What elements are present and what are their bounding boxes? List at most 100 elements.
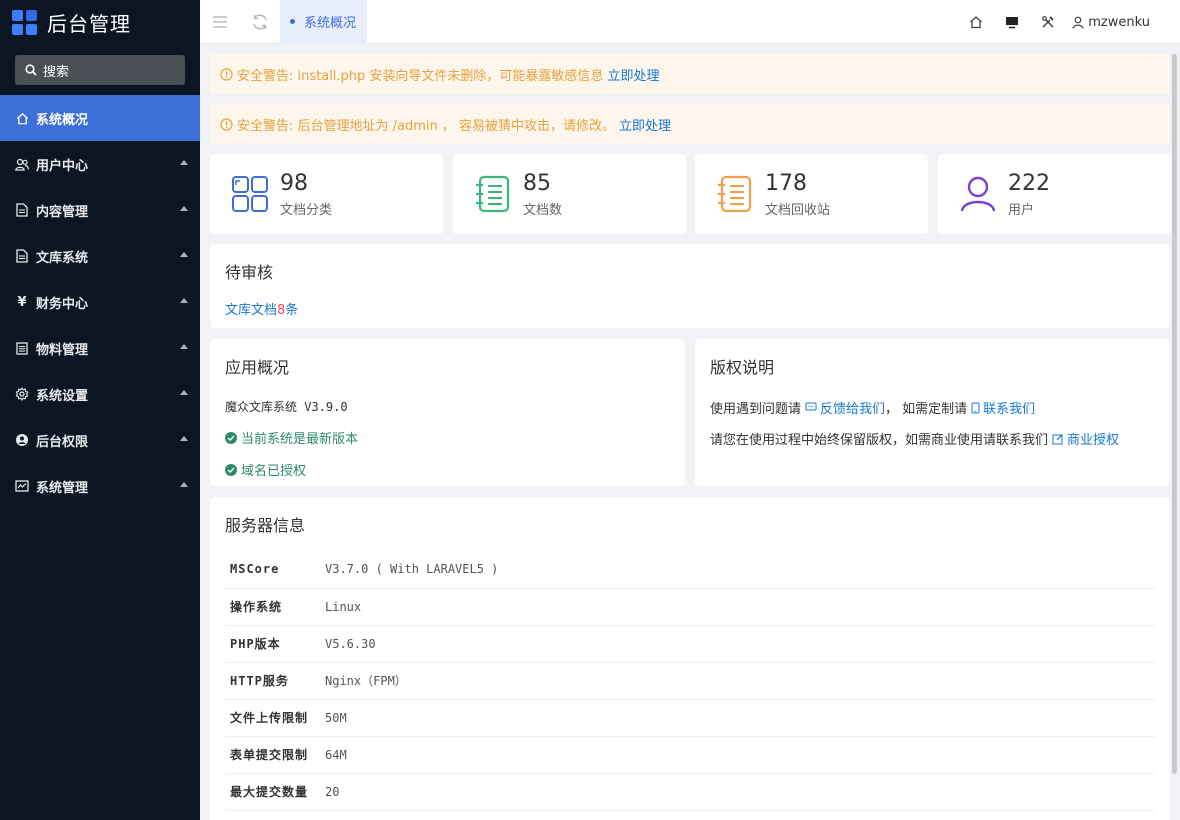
server-value: 50M xyxy=(325,699,1155,737)
sidebar-item-finance[interactable]: ¥ 财务中心 xyxy=(0,279,200,325)
security-alert-install: 安全警告: install.php 安装向导文件未删除，可能暴露敏感信息 立即处… xyxy=(210,54,1170,94)
main-content: 安全警告: install.php 安装向导文件未删除，可能暴露敏感信息 立即处… xyxy=(200,44,1180,820)
status-domain: 域名已授权 xyxy=(225,460,670,479)
scrollbar[interactable] xyxy=(1172,54,1177,774)
refresh-button[interactable] xyxy=(240,0,280,44)
stat-card-documents[interactable]: 85 文档数 xyxy=(453,154,686,234)
copyright-text: 使用遇到问题请 xyxy=(710,402,802,417)
caret-up-icon xyxy=(180,482,188,487)
tools-icon xyxy=(1042,16,1054,28)
sidebar-item-label: 系统设置 xyxy=(36,388,89,404)
chart-icon xyxy=(15,479,29,493)
card-title: 版权说明 xyxy=(710,358,775,377)
stat-value: 178 xyxy=(765,170,807,196)
status-latest-text: 当前系统是最新版本 xyxy=(241,432,359,447)
server-key: 分配内存限制 xyxy=(225,810,325,820)
home-icon xyxy=(15,111,29,125)
card-title: 服务器信息 xyxy=(225,516,306,535)
app-version: 魔众文库系统 V3.9.0 xyxy=(225,400,348,414)
alert-text: 安全警告: 后台管理地址为 /admin ， 容易被猜中攻击，请修改。 xyxy=(237,118,616,134)
stat-card-users[interactable]: 222 用户 xyxy=(938,154,1171,234)
stat-label: 文档数 xyxy=(523,202,563,218)
user-menu[interactable]: mzwenku xyxy=(1066,15,1180,30)
menu-toggle-button[interactable] xyxy=(200,0,240,44)
handle-now-link[interactable]: 立即处理 xyxy=(619,115,671,134)
server-info-card: 服务器信息 MSCore V3.7.0 ( With LARAVEL5 ) 操作系统… xyxy=(210,497,1170,820)
sidebar-item-label: 系统概况 xyxy=(36,112,89,128)
server-key: 表单提交限制 xyxy=(225,736,325,774)
contact-link[interactable]: 联系我们 xyxy=(967,398,1035,417)
desktop-button[interactable] xyxy=(994,0,1030,44)
handle-now-link[interactable]: 立即处理 xyxy=(607,65,659,84)
warning-icon xyxy=(220,117,233,131)
stat-label: 文档回收站 xyxy=(765,202,831,218)
list-icon xyxy=(15,341,29,355)
contact-label: 联系我们 xyxy=(983,402,1036,417)
table-row: 操作系统 Linux xyxy=(225,588,1155,626)
server-value: 64M xyxy=(325,736,1155,774)
grid-icon xyxy=(230,174,270,214)
sidebar-item-label: 后台权限 xyxy=(36,434,89,450)
license-link[interactable]: 商业授权 xyxy=(1048,429,1119,448)
card-title: 应用概况 xyxy=(225,358,290,377)
logo-icon xyxy=(12,9,37,35)
sidebar-item-library[interactable]: 文库系统 xyxy=(0,233,200,279)
search-icon xyxy=(25,64,37,76)
sidebar-item-settings[interactable]: 系统设置 xyxy=(0,371,200,417)
table-row: 表单提交限制 64M xyxy=(225,736,1155,774)
stat-value: 98 xyxy=(280,170,308,196)
stat-label: 用户 xyxy=(1008,202,1035,218)
server-key: HTTP服务 xyxy=(225,662,325,700)
warning-icon xyxy=(220,67,233,81)
table-row: PHP版本 V5.6.30 xyxy=(225,625,1155,663)
user-icon xyxy=(958,174,998,214)
stat-card-categories[interactable]: 98 文档分类 xyxy=(210,154,443,234)
gear-icon xyxy=(15,387,29,401)
stat-value: 85 xyxy=(523,170,551,196)
top-bar: 系统概况 mzwenku xyxy=(200,0,1180,44)
user-circle-icon xyxy=(15,433,29,447)
status-latest: 当前系统是最新版本 xyxy=(225,428,670,447)
user-icon xyxy=(1072,16,1084,29)
sidebar-item-materials[interactable]: 物料管理 xyxy=(0,325,200,371)
brand-title: 后台管理 xyxy=(47,11,131,36)
copyright-text: ， 如需定制请 xyxy=(885,402,968,417)
alert-text: 安全警告: install.php 安装向导文件未删除，可能暴露敏感信息 xyxy=(237,68,604,84)
pending-link[interactable]: 文库文档8条 xyxy=(225,299,1155,318)
table-row: HTTP服务 Nginx（FPM） xyxy=(225,662,1155,700)
tab-overview[interactable]: 系统概况 xyxy=(280,0,368,44)
sidebar-item-label: 物料管理 xyxy=(36,342,89,358)
sidebar-item-system[interactable]: 系统管理 xyxy=(0,463,200,509)
pending-review-card: 待审核 文库文档8条 xyxy=(210,244,1170,328)
server-info-table: MSCore V3.7.0 ( With LARAVEL5 ) 操作系统 Linux P… xyxy=(225,551,1155,820)
sidebar-item-permissions[interactable]: 后台权限 xyxy=(0,417,200,463)
tools-button[interactable] xyxy=(1030,0,1066,44)
copyright-text: 请您在使用过程中始终保留版权，如需商业使用请联系我们 xyxy=(710,433,1049,448)
stat-card-recycle-bin[interactable]: 178 文档回收站 xyxy=(695,154,928,234)
table-row: MSCore V3.7.0 ( With LARAVEL5 ) xyxy=(225,551,1155,589)
sidebar-item-content[interactable]: 内容管理 xyxy=(0,187,200,233)
sidebar-item-label: 财务中心 xyxy=(36,296,89,312)
pending-link-prefix: 文库文档 xyxy=(225,303,278,318)
home-button[interactable] xyxy=(958,0,994,44)
security-alert-admin-path: 安全警告: 后台管理地址为 /admin ， 容易被猜中攻击，请修改。 立即处理 xyxy=(210,104,1170,144)
hamburger-icon xyxy=(213,15,227,28)
feedback-link[interactable]: 反馈给我们 xyxy=(801,398,885,417)
sidebar-item-users[interactable]: 用户中心 xyxy=(0,141,200,187)
sidebar-item-label: 文库系统 xyxy=(36,250,89,266)
phone-icon xyxy=(971,402,980,413)
file-icon xyxy=(15,249,29,263)
yen-icon: ¥ xyxy=(17,294,27,310)
check-circle-icon xyxy=(225,431,237,444)
caret-up-icon xyxy=(180,390,188,395)
file-icon xyxy=(15,203,29,217)
caret-up-icon xyxy=(180,206,188,211)
server-key: 文件上传限制 xyxy=(225,699,325,737)
username: mzwenku xyxy=(1088,14,1150,30)
server-value: Nginx（FPM） xyxy=(325,662,1155,700)
search-input[interactable]: 搜索 xyxy=(15,55,185,85)
chat-icon xyxy=(805,402,817,411)
sidebar-item-overview[interactable]: 系统概况 xyxy=(0,95,200,141)
table-row: 最大提交数量 20 xyxy=(225,773,1155,811)
sidebar-item-label: 系统管理 xyxy=(36,480,89,496)
